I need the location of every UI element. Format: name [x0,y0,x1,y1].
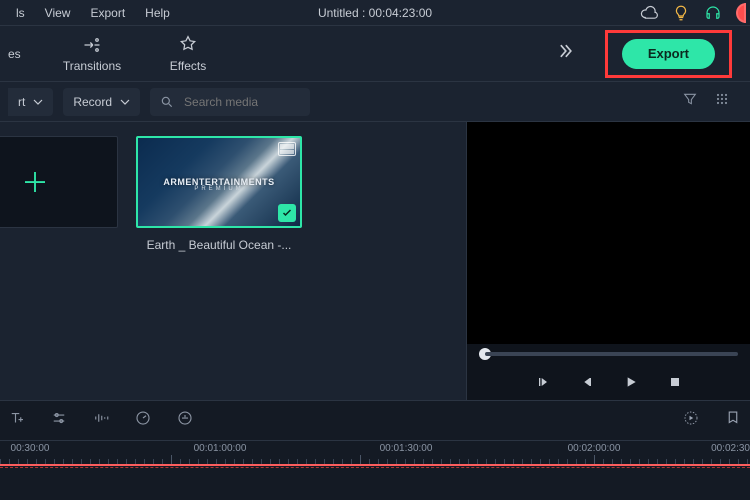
tab-label: es [8,47,21,61]
next-frame-button[interactable] [579,374,595,390]
marker-icon[interactable] [724,409,742,432]
audio-eq-icon[interactable] [92,409,110,432]
menu-item-view[interactable]: View [35,6,81,20]
hd-badge-icon [278,142,296,156]
grid-view-icon[interactable] [714,91,730,112]
search-input[interactable] [182,94,292,110]
preview-scrubber[interactable] [467,344,750,364]
search-media[interactable] [150,88,310,116]
plus-icon [20,167,50,197]
menu-item-export[interactable]: Export [80,6,135,20]
filter-icon[interactable] [682,91,698,112]
clip-overlay-sub: PREMIUM [194,186,243,192]
export-button[interactable]: Export [622,39,715,69]
added-check-icon [278,204,296,222]
tab-titles-partial[interactable]: es [8,47,44,61]
clip-caption: Earth _ Beautiful Ocean -... [147,238,292,252]
menu-item-tools-partial[interactable]: ls [6,6,35,20]
chevron-down-icon [33,97,43,107]
tab-label: Transitions [63,59,121,73]
tabs-more-icon[interactable] [555,41,575,66]
category-tabs: es Transitions Effects Export [0,26,750,82]
export-highlight: Export [605,30,732,78]
timeline-toolbar [0,400,750,440]
preview-panel [466,122,750,400]
cloud-icon[interactable] [640,4,658,22]
clip-thumb[interactable]: ARMENTERTAINMENTS PREMIUM [136,136,302,228]
menu-item-help[interactable]: Help [135,6,180,20]
account-avatar-partial[interactable] [736,3,746,23]
import-thumb[interactable] [0,136,118,228]
stop-button[interactable] [667,374,683,390]
tab-transitions[interactable]: Transitions [44,35,140,73]
media-panel: t Media ARMENTERTAINMENTS PREMIUM Earth … [0,122,466,400]
tab-effects[interactable]: Effects [140,35,236,73]
play-button[interactable] [623,374,639,390]
lightbulb-icon[interactable] [672,4,690,22]
ruler-label: 00:30:00 [11,443,50,454]
media-toolbar: rt Record [0,82,750,122]
timeline-tracks[interactable] [0,464,750,500]
ruler-label: 00:01:00:00 [194,443,247,454]
import-media-card[interactable]: t Media [0,136,118,252]
adjust-icon[interactable] [50,409,68,432]
chevron-down-icon [120,97,130,107]
preview-video[interactable] [467,122,750,344]
duration-icon[interactable] [176,409,194,432]
main-area: t Media ARMENTERTAINMENTS PREMIUM Earth … [0,122,750,400]
add-text-icon[interactable] [8,409,26,432]
prev-frame-button[interactable] [535,374,551,390]
render-preview-icon[interactable] [682,409,700,432]
speed-icon[interactable] [134,409,152,432]
dropdown-label: rt [18,95,25,109]
timeline-ruler[interactable]: 00:30:00 00:01:00:00 00:01:30:00 00:02:00:0… [0,440,750,464]
media-clip-card[interactable]: ARMENTERTAINMENTS PREMIUM Earth _ Beauti… [136,136,302,252]
dropdown-label: Record [73,95,112,109]
project-title: Untitled : 00:04:23:00 [318,6,432,20]
search-icon [160,95,174,109]
menubar: ls View Export Help Untitled : 00:04:23:… [0,0,750,26]
tab-label: Effects [170,59,206,73]
import-dropdown-partial[interactable]: rt [8,88,53,116]
ruler-label: 00:01:30:00 [380,443,433,454]
timeline-playhead-line [0,464,750,466]
preview-controls [467,364,750,400]
ruler-label: 00:02:00:00 [568,443,621,454]
headset-icon[interactable] [704,4,722,22]
transitions-icon [82,35,102,55]
effects-icon [178,35,198,55]
scrub-track[interactable] [485,352,738,356]
ruler-label: 00:02:30 [711,443,750,454]
record-dropdown[interactable]: Record [63,88,140,116]
